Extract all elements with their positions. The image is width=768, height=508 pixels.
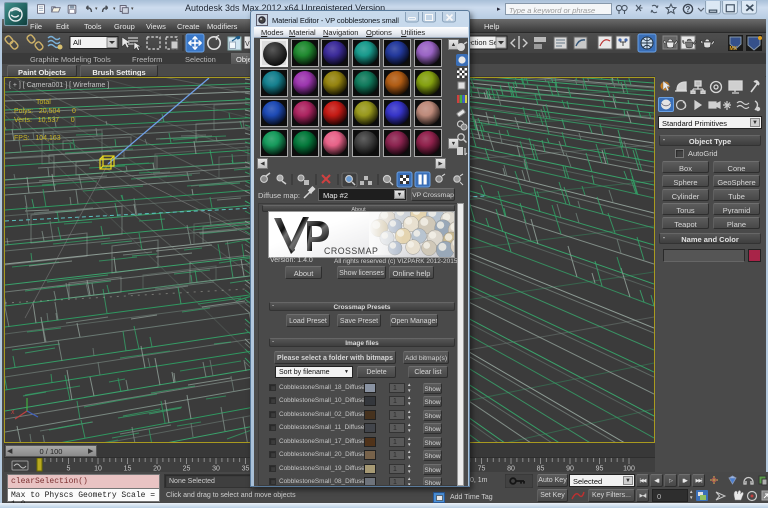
svg-text:?: ? — [686, 5, 691, 14]
svg-text:MX: MX — [730, 46, 738, 52]
svg-text:x: x — [11, 409, 15, 416]
svg-text:CROSSMAP: CROSSMAP — [324, 246, 378, 256]
svg-text:All: All — [73, 38, 82, 47]
